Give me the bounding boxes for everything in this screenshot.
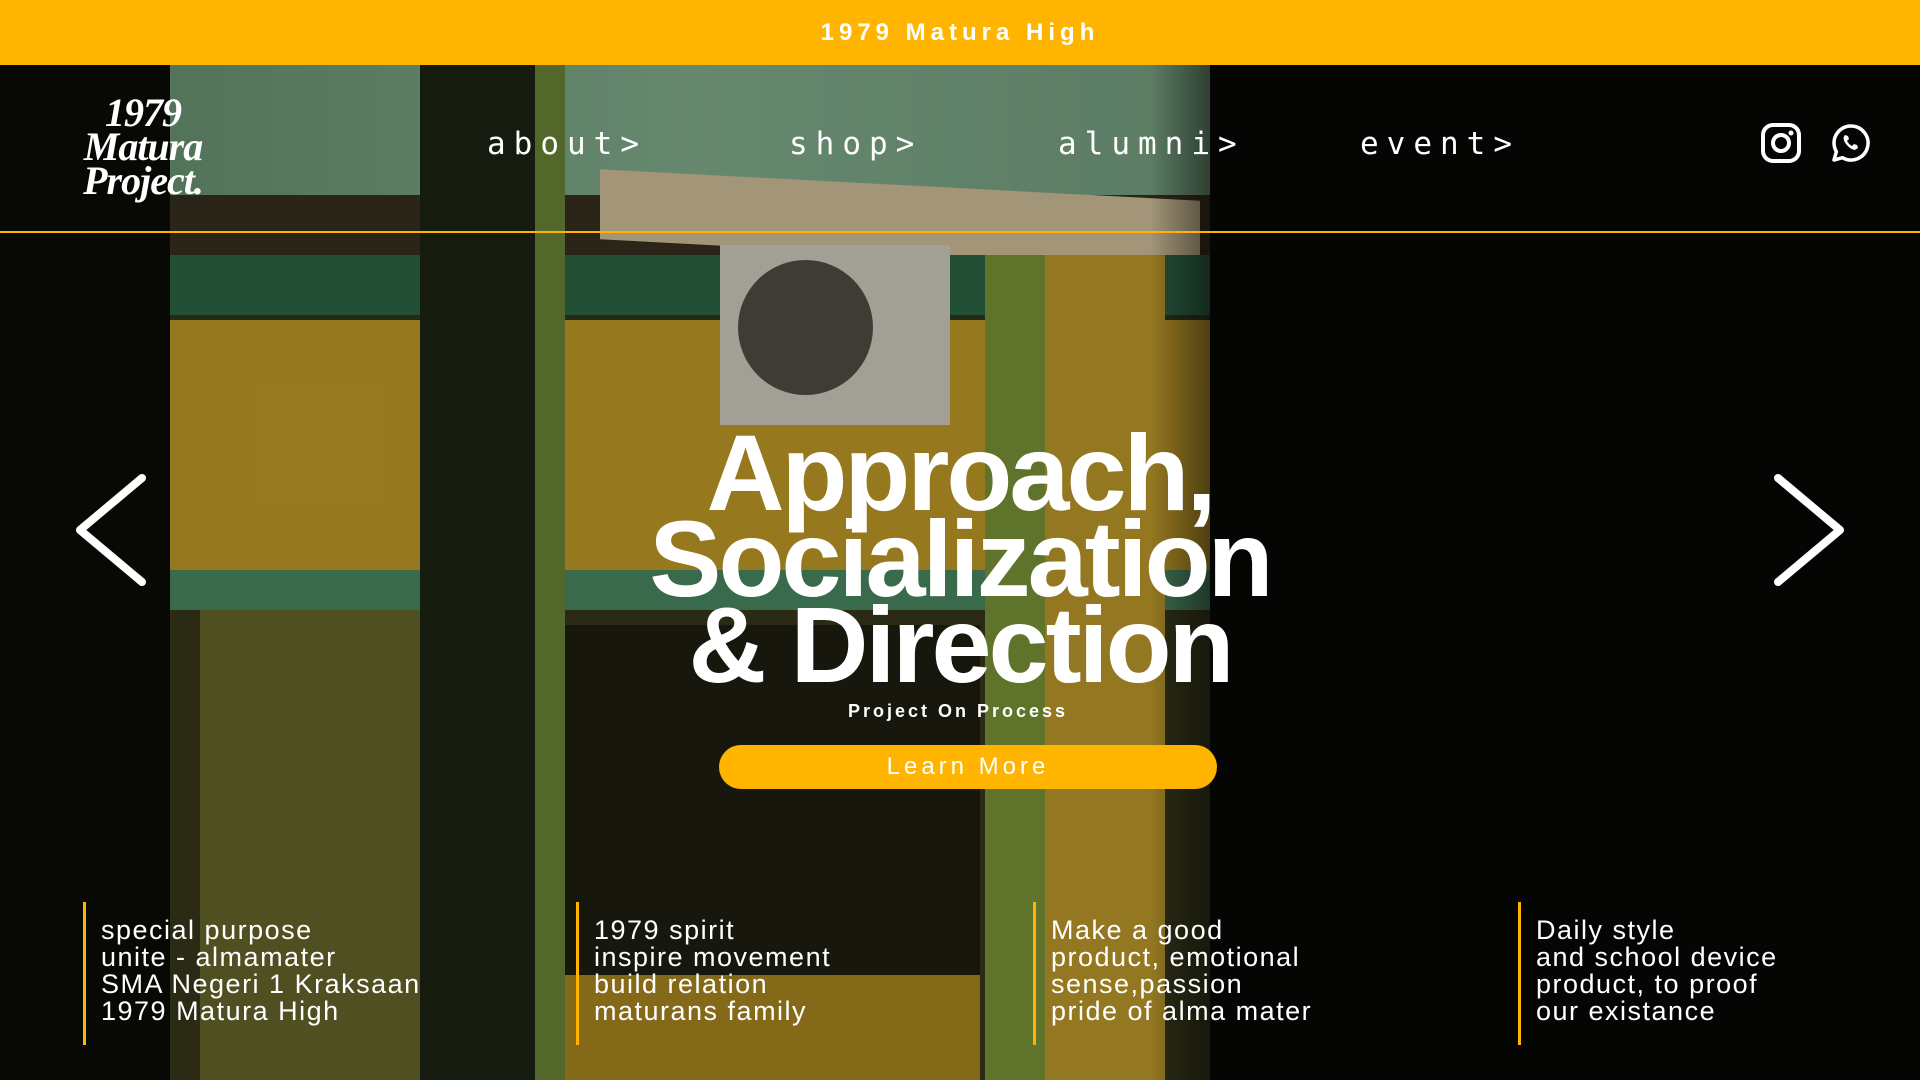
- feature-line: build relation: [594, 969, 769, 999]
- feature-line: product, emotional: [1051, 942, 1301, 972]
- feature-column: Make a good product, emotional sense,pas…: [1033, 902, 1312, 1045]
- hero-title-line: & Direction: [688, 584, 1234, 705]
- logo-line: Project.: [83, 158, 204, 203]
- feature-line: Daily style: [1536, 915, 1676, 945]
- nav-about[interactable]: about>: [487, 126, 647, 162]
- hero-title: Approach, Socialization & Direction: [0, 419, 1920, 705]
- feature-column: special purpose unite - almamater SMA Ne…: [83, 902, 421, 1045]
- feature-line: 1979 Matura High: [101, 996, 340, 1026]
- banner-title: 1979 Matura High: [820, 18, 1100, 46]
- feature-line: Make a good: [1051, 915, 1224, 945]
- feature-line: sense,passion: [1051, 969, 1244, 999]
- whatsapp-icon[interactable]: [1830, 122, 1872, 164]
- feature-column: Daily style and school device product, t…: [1518, 902, 1778, 1045]
- learn-more-button[interactable]: Learn More: [719, 745, 1217, 789]
- feature-line: and school device: [1536, 942, 1778, 972]
- feature-line: special purpose: [101, 915, 313, 945]
- feature-line: pride of alma mater: [1051, 996, 1313, 1026]
- hero-subtitle: Project On Process: [847, 701, 1069, 721]
- feature-line: 1979 spirit: [594, 915, 736, 945]
- feature-line: our existance: [1536, 996, 1717, 1026]
- logo[interactable]: 1979 Matura Project.: [58, 93, 228, 203]
- nav-event[interactable]: event>: [1360, 126, 1520, 162]
- feature-line: inspire movement: [594, 942, 832, 972]
- top-banner: 1979 Matura High: [0, 0, 1920, 65]
- header-divider: [0, 231, 1920, 233]
- feature-line: product, to proof: [1536, 969, 1759, 999]
- nav-alumni[interactable]: alumni>: [1058, 126, 1245, 162]
- feature-line: SMA Negeri 1 Kraksaan: [101, 969, 421, 999]
- feature-column: 1979 spirit inspire movement build relat…: [576, 902, 831, 1045]
- nav-shop[interactable]: shop>: [789, 126, 922, 162]
- feature-line: unite - almamater: [101, 942, 337, 972]
- instagram-icon[interactable]: [1760, 122, 1802, 164]
- feature-line: maturans family: [594, 996, 808, 1026]
